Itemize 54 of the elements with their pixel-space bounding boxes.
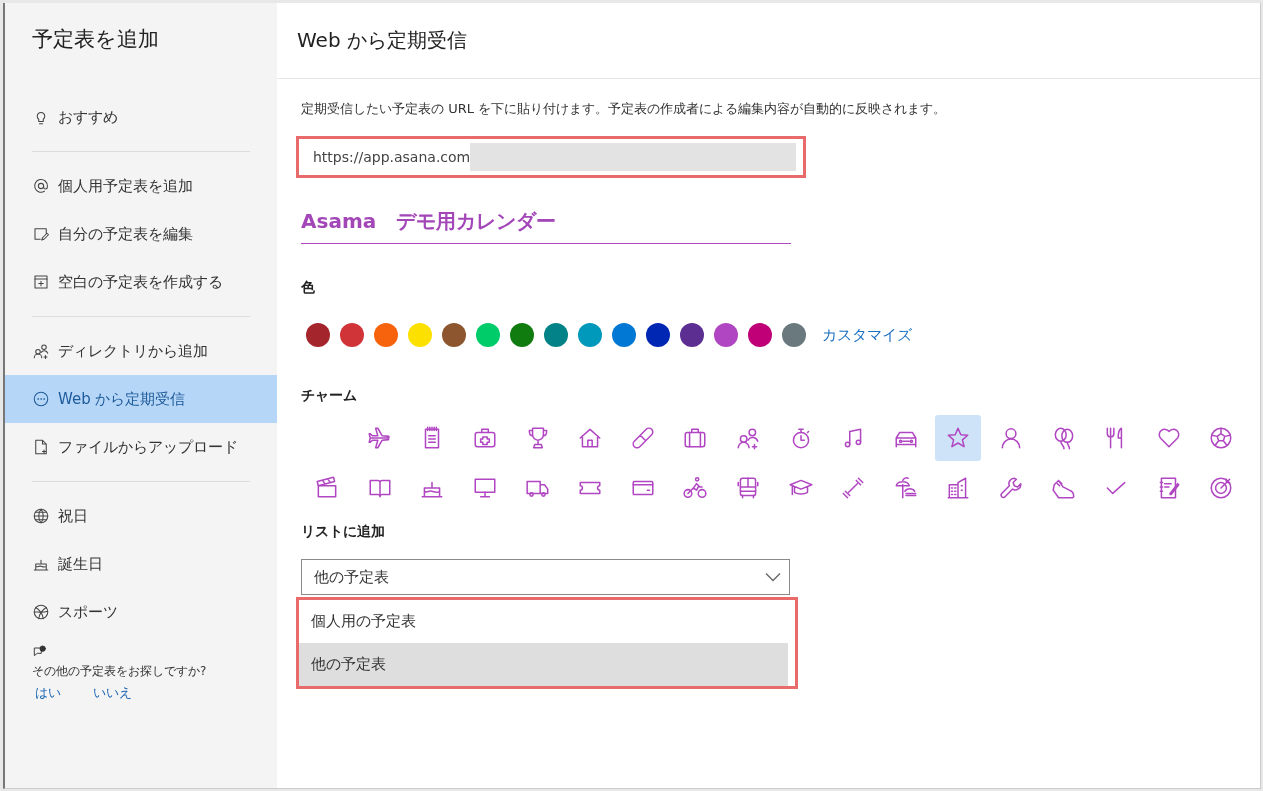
bus-icon[interactable] (735, 475, 762, 501)
color-swatch[interactable] (782, 323, 806, 347)
prompt-text: その他の予定表をお探しですか? (32, 663, 208, 680)
answer-link[interactable]: いいえ (93, 684, 132, 702)
color-swatch[interactable] (748, 323, 772, 347)
dropdown-option[interactable]: 他の予定表 (299, 643, 788, 686)
color-swatch[interactable] (374, 323, 398, 347)
color-swatch[interactable] (578, 323, 602, 347)
globe-icon (32, 507, 50, 525)
plane-icon[interactable] (366, 425, 393, 451)
edit-icon (32, 225, 50, 243)
color-swatch[interactable] (714, 323, 738, 347)
customize-link[interactable]: カスタマイズ (822, 325, 912, 345)
color-swatch[interactable] (544, 323, 568, 347)
people-icon (32, 342, 50, 360)
color-swatch[interactable] (408, 323, 432, 347)
sidebar-item[interactable]: おすすめ (5, 93, 277, 141)
list-dropdown[interactable]: 他の予定表 (301, 559, 790, 595)
chevron-icon (765, 572, 781, 582)
sidebar-item[interactable]: ファイルからアップロード (5, 423, 277, 471)
url-text: https://app.asana.com (313, 149, 471, 165)
color-swatch[interactable] (680, 323, 704, 347)
sidebar-item[interactable]: ディレクトリから追加 (5, 327, 277, 375)
color-swatch[interactable] (646, 323, 670, 347)
color-swatch[interactable] (510, 323, 534, 347)
web-icon (32, 390, 50, 408)
sidebar-item[interactable]: 誕生日 (5, 540, 277, 588)
page-title: Web から定期受信 (297, 27, 468, 54)
ball-icon (32, 603, 50, 621)
wrench-icon[interactable] (998, 475, 1024, 501)
url-input-field[interactable]: https://app.asana.com (305, 142, 796, 172)
color-label: 色 (301, 279, 316, 297)
color-swatch[interactable] (306, 323, 330, 347)
color-swatch[interactable] (340, 323, 364, 347)
sidebar-item[interactable]: Web から定期受信 (5, 375, 277, 423)
color-swatch[interactable] (612, 323, 636, 347)
list-label: リストに追加 (301, 523, 386, 541)
color-swatch[interactable] (476, 323, 500, 347)
sidebar-item[interactable]: スポーツ (5, 588, 277, 636)
dumbbell-icon[interactable] (840, 475, 867, 501)
at-sign-icon (32, 177, 50, 195)
bike-icon[interactable] (682, 475, 709, 501)
calendar-name-field[interactable]: Asama デモ用カレンダー (301, 208, 791, 244)
sidebar-item[interactable]: 祝日 (5, 492, 277, 540)
answer-link[interactable]: はい (35, 684, 61, 702)
sidebar-item[interactable]: 空白の予定表を作成する (5, 258, 277, 306)
description-text: 定期受信したい予定表の URL を下に貼り付けます。予定表の作成者による編集内容が自動的に反映されます。 (301, 100, 948, 118)
sidebar-item[interactable]: 個人用予定表を追加 (5, 162, 277, 210)
charm-label: チャーム (301, 387, 358, 405)
sidebar-item[interactable]: 自分の予定表を編集 (5, 210, 277, 258)
calendar-add-icon (32, 273, 50, 291)
panel-title: 予定表を追加 (31, 26, 160, 53)
color-swatch[interactable] (442, 323, 466, 347)
file-upload-icon (32, 438, 50, 456)
